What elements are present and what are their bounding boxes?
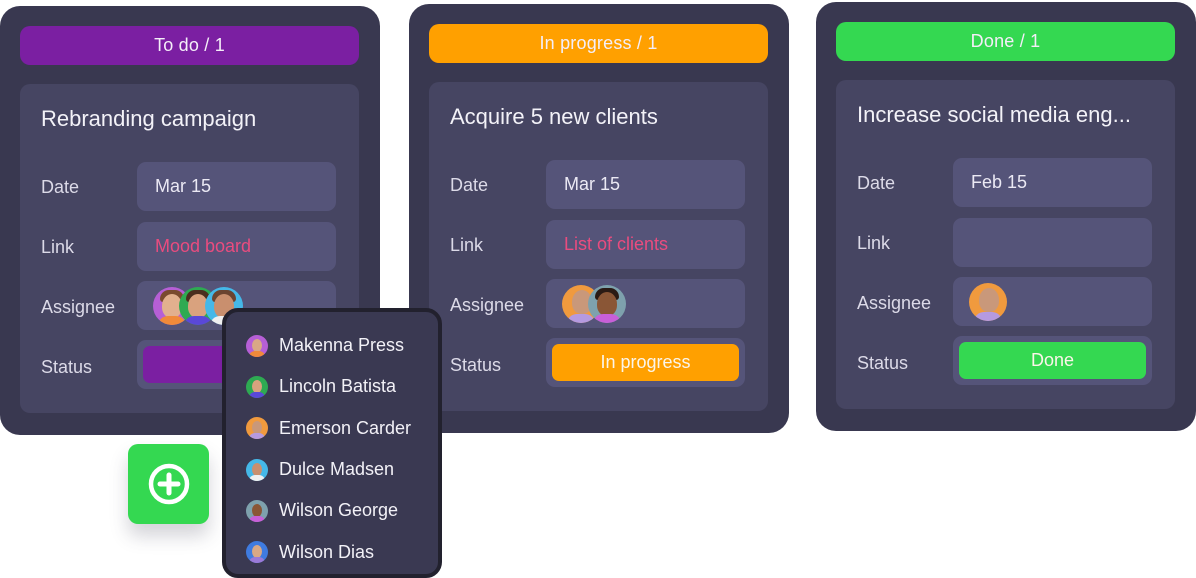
link-label: Link [450, 235, 484, 255]
assignee-label: Assignee [41, 297, 116, 317]
dropdown-option[interactable]: Dulce Madsen [226, 449, 438, 490]
column-header-done[interactable]: Done / 1 [836, 22, 1175, 61]
status-badge-in-progress[interactable]: In progress [552, 344, 739, 381]
card-title: Increase social media eng... [857, 102, 1131, 127]
card-title: Rebranding campaign [41, 106, 257, 131]
status-field[interactable]: Done [953, 336, 1152, 385]
date-field[interactable]: Mar 15 [137, 162, 336, 211]
dropdown-option[interactable]: Lincoln Batista [226, 366, 438, 407]
option-label: Makenna Press [279, 335, 405, 356]
option-label: Emerson Carder [279, 417, 412, 438]
column-header-todo[interactable]: To do / 1 [20, 26, 359, 65]
column-header-in-progress[interactable]: In progress / 1 [429, 24, 768, 63]
dropdown-option[interactable]: Emerson Carder [226, 408, 438, 449]
column-in-progress: In progress / 1 Acquire 5 new clients Da… [409, 4, 789, 433]
avatar-emerson-carder [246, 417, 268, 440]
option-label: Lincoln Batista [279, 376, 397, 397]
card-title: Acquire 5 new clients [450, 104, 658, 129]
option-label: Dulce Madsen [279, 459, 395, 480]
dropdown-option[interactable]: Wilson Dias [226, 531, 438, 572]
status-label: Status [857, 353, 909, 373]
link-label: Link [41, 237, 75, 257]
avatar-dulce-madsen [246, 458, 268, 481]
dropdown-option[interactable]: Makenna Press [226, 325, 438, 366]
task-card[interactable]: Acquire 5 new clients Date Mar 15 Link L… [429, 82, 768, 411]
dropdown-option[interactable]: Wilson George [226, 490, 438, 531]
date-label: Date [450, 175, 489, 195]
status-label: Status [450, 355, 502, 375]
date-label: Date [857, 173, 896, 193]
link-field[interactable] [953, 218, 1152, 267]
avatar-wilson-george [246, 499, 268, 522]
avatar-wilson-dias [246, 541, 268, 564]
link-field[interactable]: Mood board [137, 222, 336, 271]
assignee-label: Assignee [450, 295, 525, 315]
date-field[interactable]: Mar 15 [546, 160, 745, 209]
add-task-button[interactable] [128, 444, 209, 524]
assignee-field[interactable] [546, 279, 745, 328]
assignee-avatars [562, 284, 626, 323]
option-label: Wilson George [279, 500, 399, 521]
avatar-wilson-george [588, 284, 626, 323]
status-badge-done[interactable]: Done [959, 342, 1146, 379]
status-field[interactable]: In progress [546, 338, 745, 387]
status-label: Status [41, 357, 93, 377]
date-label: Date [41, 177, 80, 197]
assignee-dropdown: Makenna Press Lincoln Batista Emerson Ca… [222, 308, 442, 578]
assignee-field[interactable] [953, 277, 1152, 326]
avatar-lincoln-batista [246, 375, 268, 398]
assignee-label: Assignee [857, 293, 932, 313]
link-field[interactable]: List of clients [546, 220, 745, 269]
task-card[interactable]: Increase social media eng... Date Feb 15… [836, 80, 1175, 409]
column-done: Done / 1 Increase social media eng... Da… [816, 2, 1196, 431]
assignee-avatars [153, 286, 243, 325]
date-field[interactable]: Feb 15 [953, 158, 1152, 207]
option-label: Wilson Dias [279, 541, 375, 562]
link-label: Link [857, 233, 891, 253]
avatar-emerson-carder [969, 282, 1007, 321]
plus-circle-icon [148, 463, 189, 505]
assignee-avatars [969, 282, 1007, 321]
avatar-makenna-press [246, 334, 268, 357]
